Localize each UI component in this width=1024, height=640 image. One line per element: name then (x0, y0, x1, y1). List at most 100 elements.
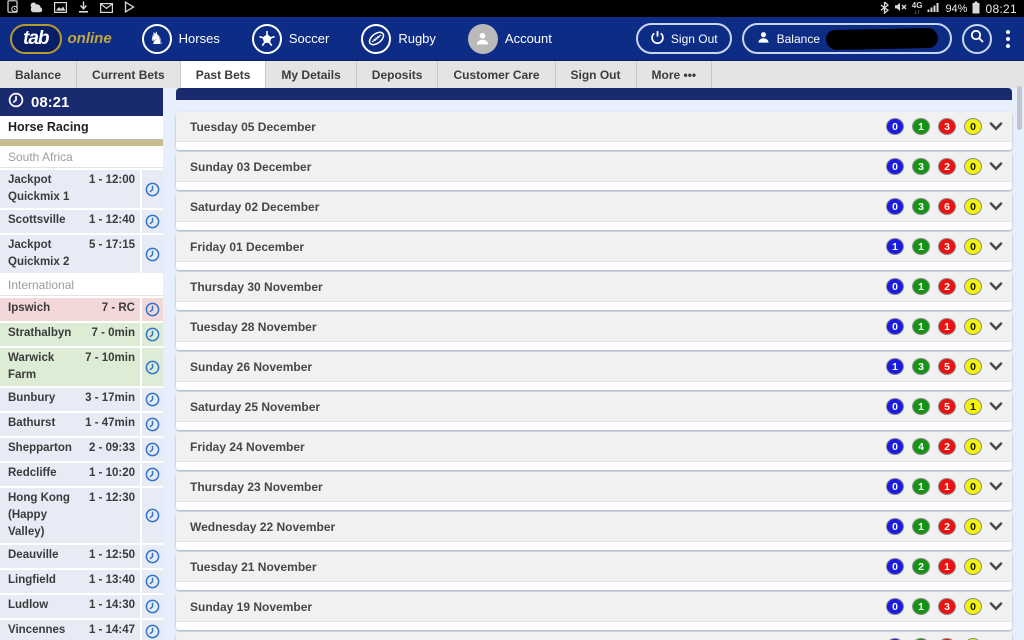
race-row[interactable]: Jackpot Quickmix 1 1 - 12:00 (0, 170, 163, 208)
race-time-icon[interactable] (142, 545, 163, 568)
race-time-icon[interactable] (142, 210, 163, 233)
race-row[interactable]: Ipswich 7 - RC (0, 298, 163, 321)
chevron-down-icon[interactable] (989, 478, 1003, 496)
day-header[interactable]: Thursday 30 November 0120 (176, 272, 1012, 302)
day-header[interactable]: Sunday 19 November 0130 (176, 592, 1012, 622)
scrollbar-thumb[interactable] (1017, 86, 1022, 130)
day-header[interactable]: Sunday 03 December 0320 (176, 152, 1012, 182)
race-time-icon[interactable] (142, 323, 163, 346)
soccer-ball-icon (252, 24, 282, 54)
race-list: South Africa Jackpot Quickmix 1 1 - 12:0… (0, 147, 163, 640)
race-time-icon[interactable] (142, 488, 163, 543)
count-badge: 0 (886, 398, 904, 415)
signal-icon (927, 1, 940, 16)
balance-button[interactable]: Balance (742, 23, 952, 54)
day-header[interactable]: Sunday 26 November 1350 (176, 352, 1012, 382)
chevron-down-icon[interactable] (989, 558, 1003, 576)
day-header[interactable]: Wednesday 22 November 0120 (176, 512, 1012, 542)
day-header[interactable]: Saturday 18 November 0470 (176, 632, 1012, 640)
horse-icon: ♞ (142, 24, 172, 54)
day-header[interactable]: Saturday 25 November 0151 (176, 392, 1012, 422)
chevron-down-icon[interactable] (989, 118, 1003, 136)
account-tab[interactable]: Sign Out (556, 61, 637, 89)
account-tab[interactable]: Balance (0, 61, 77, 89)
account-tab[interactable]: My Details (266, 61, 356, 89)
race-row[interactable]: Scottsville 1 - 12:40 (0, 210, 163, 233)
day-header[interactable]: Thursday 23 November 0110 (176, 472, 1012, 502)
race-sidebar: 08:21 Horse Racing South Africa Jackpot … (0, 88, 163, 640)
sign-out-button[interactable]: Sign Out (636, 23, 732, 54)
day-header[interactable]: Tuesday 05 December 0130 (176, 112, 1012, 142)
count-badge: 1 (886, 358, 904, 375)
account-tab[interactable]: Customer Care (438, 61, 555, 89)
chevron-down-icon[interactable] (989, 438, 1003, 456)
screenshot-icon (7, 0, 18, 18)
nav-item-account[interactable]: Account (468, 24, 552, 54)
race-row[interactable]: Jackpot Quickmix 2 5 - 17:15 (0, 235, 163, 273)
day-card: Thursday 30 November 0120 (176, 272, 1012, 310)
day-body (176, 462, 1012, 470)
race-time-icon[interactable] (142, 438, 163, 461)
count-badge: 0 (964, 518, 982, 535)
race-row[interactable]: Warwick Farm 7 - 10min (0, 348, 163, 386)
race-time-icon[interactable] (142, 388, 163, 411)
tab-logo[interactable]: tab (10, 24, 62, 54)
search-button[interactable] (962, 24, 992, 54)
race-row[interactable]: Strathalbyn 7 - 0min (0, 323, 163, 346)
chevron-down-icon[interactable] (989, 318, 1003, 336)
chevron-down-icon[interactable] (989, 278, 1003, 296)
day-header[interactable]: Tuesday 28 November 0110 (176, 312, 1012, 342)
chevron-down-icon[interactable] (989, 358, 1003, 376)
day-body (176, 302, 1012, 310)
sidebar-clock: 08:21 (0, 88, 163, 116)
race-row[interactable]: Lingfield 1 - 13:40 (0, 570, 163, 593)
count-badge: 0 (964, 158, 982, 175)
count-badge: 0 (964, 478, 982, 495)
day-header[interactable]: Saturday 02 December 0360 (176, 192, 1012, 222)
race-time-icon[interactable] (142, 348, 163, 386)
count-badge: 0 (886, 278, 904, 295)
day-header[interactable]: Tuesday 21 November 0210 (176, 552, 1012, 582)
day-card: Saturday 18 November 0470 (176, 632, 1012, 640)
chevron-down-icon[interactable] (989, 598, 1003, 616)
race-row[interactable]: Bunbury 3 - 17min (0, 388, 163, 411)
account-tab[interactable]: More ••• (637, 61, 713, 89)
race-row[interactable]: Redcliffe 1 - 10:20 (0, 463, 163, 486)
race-time-icon[interactable] (142, 463, 163, 486)
race-time-icon[interactable] (142, 595, 163, 618)
network-4g-icon: 4G ↓↑ (912, 2, 923, 16)
race-time-icon[interactable] (142, 413, 163, 436)
overflow-menu-icon[interactable] (1002, 30, 1014, 48)
balance-amount-redacted (826, 27, 938, 49)
day-header[interactable]: Friday 24 November 0420 (176, 432, 1012, 462)
chevron-down-icon[interactable] (989, 158, 1003, 176)
race-row[interactable]: Shepparton 2 - 09:33 (0, 438, 163, 461)
count-badge: 3 (938, 238, 956, 255)
race-row[interactable]: Hong Kong (Happy Valley) 1 - 12:30 (0, 488, 163, 543)
count-badge: 0 (886, 318, 904, 335)
play-icon (124, 0, 135, 18)
race-time-icon[interactable] (142, 235, 163, 273)
nav-item-soccer[interactable]: Soccer (252, 24, 329, 54)
status-clock: 08:21 (985, 2, 1017, 16)
race-time-icon[interactable] (142, 170, 163, 208)
download-icon (78, 0, 89, 18)
nav-item-rugby[interactable]: Rugby (361, 24, 436, 54)
day-body (176, 342, 1012, 350)
nav-item-horses[interactable]: ♞ Horses (142, 24, 220, 54)
race-time-icon[interactable] (142, 570, 163, 593)
race-row[interactable]: Deauville 1 - 12:50 (0, 545, 163, 568)
chevron-down-icon[interactable] (989, 398, 1003, 416)
race-row[interactable]: Ludlow 1 - 14:30 (0, 595, 163, 618)
race-row[interactable]: Vincennes 1 - 14:47 (0, 620, 163, 640)
account-tab[interactable]: Current Bets (77, 61, 181, 89)
race-row[interactable]: Bathurst 1 - 47min (0, 413, 163, 436)
race-time-icon[interactable] (142, 620, 163, 640)
chevron-down-icon[interactable] (989, 518, 1003, 536)
day-header[interactable]: Friday 01 December 1130 (176, 232, 1012, 262)
race-time-icon[interactable] (142, 298, 163, 321)
account-tab[interactable]: Past Bets (181, 61, 267, 89)
chevron-down-icon[interactable] (989, 238, 1003, 256)
account-tab[interactable]: Deposits (357, 61, 439, 89)
chevron-down-icon[interactable] (989, 198, 1003, 216)
